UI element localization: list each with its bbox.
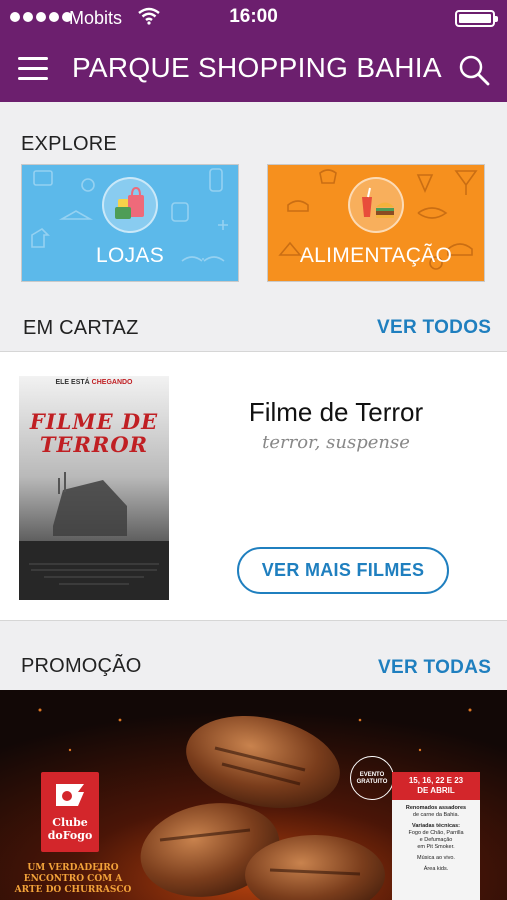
movie-poster[interactable]: ELE ESTÁ CHEGANDO FILME DE TERROR xyxy=(19,376,169,600)
movie-card: ELE ESTÁ CHEGANDO FILME DE TERROR Filme … xyxy=(0,351,507,621)
movie-title: Filme de Terror xyxy=(248,397,424,427)
promo-slogan: UM VERDADEIRO ENCONTRO COM A ARTE DO CHU… xyxy=(14,863,132,895)
alimentacao-label: ALIMENTAÇÃO xyxy=(299,244,453,267)
event-dates: 15, 16, 22 E 23 DE ABRIL xyxy=(392,772,480,800)
status-bar: Mobits 16:00 xyxy=(0,0,507,36)
promocao-header: PROMOÇÃO VER TODAS xyxy=(0,642,507,690)
page-title: PARQUE SHOPPING BAHIA xyxy=(72,52,442,83)
battery-icon xyxy=(455,10,498,27)
poster-title-line1: FILME DE xyxy=(29,409,159,434)
explore-heading: EXPLORE xyxy=(21,133,117,155)
poster-tagline: ELE ESTÁ xyxy=(55,379,90,386)
lojas-tile[interactable]: LOJAS xyxy=(21,164,239,282)
event-info-panel: 15, 16, 22 E 23 DE ABRIL Renomados assad… xyxy=(392,772,480,900)
clube-do-fogo-logo: Clube doFogo xyxy=(41,772,99,852)
promocao-heading: PROMOÇÃO xyxy=(21,655,142,677)
ver-todos-link[interactable]: VER TODOS xyxy=(377,317,491,339)
search-icon[interactable] xyxy=(458,54,490,86)
brand-line2: doFogo xyxy=(47,829,93,842)
evento-gratuito-badge: EVENTO GRATUITO xyxy=(350,756,394,800)
poster-title-line2: TERROR xyxy=(39,432,149,457)
movie-genres: terror, suspense xyxy=(262,432,410,453)
brand-line1: Clube xyxy=(52,816,88,829)
poster-tagline-highlight: CHEGANDO xyxy=(91,379,133,386)
em-cartaz-heading: EM CARTAZ xyxy=(23,317,139,339)
menu-button[interactable] xyxy=(18,55,50,83)
ver-todas-link[interactable]: VER TODAS xyxy=(378,657,491,679)
alimentacao-tile[interactable]: ALIMENTAÇÃO xyxy=(267,164,485,282)
status-time: 16:00 xyxy=(229,6,278,27)
lojas-label: LOJAS xyxy=(95,244,165,267)
ver-mais-filmes-button[interactable]: VER MAIS FILMES xyxy=(237,547,449,594)
em-cartaz-header: EM CARTAZ VER TODOS xyxy=(0,303,507,351)
shopping-bags-icon xyxy=(102,177,158,233)
app-header: Mobits 16:00 PARQUE SHOPPING BAHIA xyxy=(0,0,507,102)
menu-icon xyxy=(18,57,48,60)
promo-banner[interactable]: Clube doFogo UM VERDADEIRO ENCONTRO COM … xyxy=(0,690,507,900)
soda-burger-icon xyxy=(348,177,404,233)
